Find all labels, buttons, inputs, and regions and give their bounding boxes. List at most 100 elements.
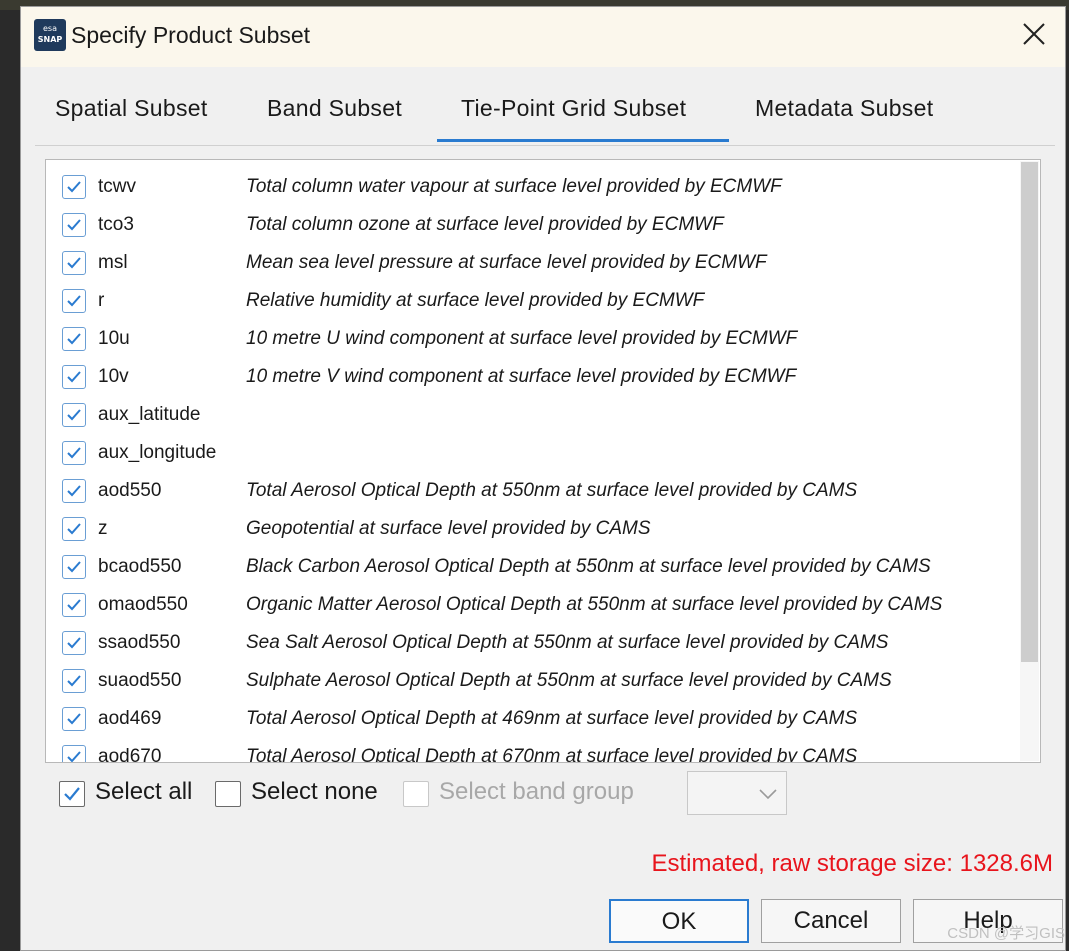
checkmark-icon bbox=[67, 713, 81, 725]
grid-name: suaod550 bbox=[98, 670, 182, 691]
chevron-down-icon bbox=[759, 789, 777, 800]
grid-checkbox[interactable] bbox=[62, 593, 86, 617]
tab-spatial-subset[interactable]: Spatial Subset bbox=[55, 95, 208, 122]
grid-description: Black Carbon Aerosol Optical Depth at 55… bbox=[246, 556, 931, 577]
checkmark-icon bbox=[67, 257, 81, 269]
grid-checkbox[interactable] bbox=[62, 669, 86, 693]
close-button[interactable] bbox=[1017, 17, 1051, 51]
grid-description: Geopotential at surface level provided b… bbox=[246, 518, 651, 539]
window-title: Specify Product Subset bbox=[71, 22, 311, 48]
grid-description: Mean sea level pressure at surface level… bbox=[246, 252, 767, 273]
list-item[interactable]: aod550 Total Aerosol Optical Depth at 550… bbox=[46, 472, 1021, 510]
list-item[interactable]: msl Mean sea level pressure at surface le… bbox=[46, 244, 1021, 282]
grid-name: tco3 bbox=[98, 214, 134, 235]
checkmark-icon bbox=[67, 447, 81, 459]
grid-checkbox[interactable] bbox=[62, 175, 86, 199]
grid-description: Total Aerosol Optical Depth at 469nm at … bbox=[246, 708, 858, 729]
list-item[interactable]: tco3 Total column ozone at surface level … bbox=[46, 206, 1021, 244]
active-tab-indicator bbox=[437, 139, 729, 142]
checkmark-icon bbox=[67, 637, 81, 649]
ok-button[interactable]: OK bbox=[609, 899, 749, 943]
list-item[interactable]: tcwv Total column water vapour at surface… bbox=[46, 168, 1021, 206]
list-item[interactable]: bcaod550 Black Carbon Aerosol Optical Dep… bbox=[46, 548, 1021, 586]
list-item[interactable]: ssaod550 Sea Salt Aerosol Optical Depth a… bbox=[46, 624, 1021, 662]
grid-description: Total Aerosol Optical Depth at 670nm at … bbox=[246, 746, 858, 763]
app-icon-text-top: esa bbox=[43, 24, 57, 33]
list-item[interactable]: aod469 Total Aerosol Optical Depth at 469… bbox=[46, 700, 1021, 738]
grid-description: Organic Matter Aerosol Optical Depth at … bbox=[246, 594, 943, 615]
list-scrollbar[interactable] bbox=[1020, 161, 1039, 761]
grid-checkbox[interactable] bbox=[62, 631, 86, 655]
checkmark-icon bbox=[64, 787, 80, 801]
checkmark-icon bbox=[67, 523, 81, 535]
grid-name: tcwv bbox=[98, 176, 136, 197]
grid-name: ssaod550 bbox=[98, 632, 181, 653]
select-all-label[interactable]: Select all bbox=[95, 778, 192, 806]
watermark: CSDN @学习GIS bbox=[947, 925, 1065, 942]
grid-name: aux_longitude bbox=[98, 442, 217, 463]
list-item[interactable]: aod670 Total Aerosol Optical Depth at 670… bbox=[46, 738, 1021, 763]
grid-name: bcaod550 bbox=[98, 556, 182, 577]
grid-name: aod550 bbox=[98, 480, 162, 501]
scrollbar-thumb[interactable] bbox=[1021, 162, 1038, 662]
list-item[interactable]: aux_latitude bbox=[46, 396, 1021, 434]
tab-band-subset[interactable]: Band Subset bbox=[267, 95, 402, 122]
grid-description: Total column water vapour at surface lev… bbox=[246, 176, 782, 197]
grid-checkbox[interactable] bbox=[62, 479, 86, 503]
grid-name: r bbox=[98, 290, 105, 311]
tab-bar: Spatial Subset Band Subset Tie-Point Gri… bbox=[35, 87, 1055, 146]
grid-checkbox[interactable] bbox=[62, 327, 86, 351]
select-band-group-checkbox bbox=[403, 781, 429, 807]
checkmark-icon bbox=[67, 295, 81, 307]
checkmark-icon bbox=[67, 409, 81, 421]
grid-checkbox[interactable] bbox=[62, 251, 86, 275]
checkmark-icon bbox=[67, 561, 81, 573]
grid-name: 10u bbox=[98, 328, 130, 349]
select-band-group-label: Select band group bbox=[439, 778, 634, 805]
tab-metadata-subset[interactable]: Metadata Subset bbox=[755, 95, 933, 122]
select-none-label[interactable]: Select none bbox=[251, 778, 378, 806]
grid-checkbox[interactable] bbox=[62, 289, 86, 313]
list-item[interactable]: aux_longitude bbox=[46, 434, 1021, 472]
grid-name: z bbox=[98, 518, 108, 539]
select-all-checkbox[interactable] bbox=[59, 781, 85, 807]
grid-checkbox[interactable] bbox=[62, 441, 86, 465]
grid-description: 10 metre U wind component at surface lev… bbox=[246, 328, 798, 349]
list-item[interactable]: omaod550 Organic Matter Aerosol Optical D… bbox=[46, 586, 1021, 624]
grid-description: Relative humidity at surface level provi… bbox=[246, 290, 705, 311]
snap-app-icon: esa SNAP bbox=[34, 19, 66, 51]
list-item[interactable]: r Relative humidity at surface level prov… bbox=[46, 282, 1021, 320]
select-none-checkbox[interactable] bbox=[215, 781, 241, 807]
grid-checkbox[interactable] bbox=[62, 365, 86, 389]
checkmark-icon bbox=[67, 371, 81, 383]
list-item[interactable]: suaod550 Sulphate Aerosol Optical Depth a… bbox=[46, 662, 1021, 700]
cancel-button[interactable]: Cancel bbox=[761, 899, 901, 943]
subset-dialog: esa SNAP Specify Product Subset Spatial … bbox=[20, 6, 1066, 951]
grid-checkbox[interactable] bbox=[62, 403, 86, 427]
checkmark-icon bbox=[67, 333, 81, 345]
checkmark-icon bbox=[67, 219, 81, 231]
grid-checkbox[interactable] bbox=[62, 517, 86, 541]
grid-description: Sea Salt Aerosol Optical Depth at 550nm … bbox=[246, 632, 889, 653]
grid-description: 10 metre V wind component at surface lev… bbox=[246, 366, 797, 387]
checkmark-icon bbox=[67, 485, 81, 497]
grid-name: 10v bbox=[98, 366, 129, 387]
selection-controls: Select all Select none Select band group bbox=[57, 771, 817, 815]
list-item[interactable]: z Geopotential at surface level provided … bbox=[46, 510, 1021, 548]
grid-checkbox[interactable] bbox=[62, 745, 86, 762]
grid-name: aod670 bbox=[98, 746, 162, 763]
checkmark-icon bbox=[67, 675, 81, 687]
tab-tie-point-grid-subset[interactable]: Tie-Point Grid Subset bbox=[461, 95, 686, 122]
grid-checkbox[interactable] bbox=[62, 213, 86, 237]
grid-checkbox[interactable] bbox=[62, 707, 86, 731]
list-item[interactable]: 10v 10 metre V wind component at surface … bbox=[46, 358, 1021, 396]
app-icon-text-bottom: SNAP bbox=[37, 35, 63, 44]
checkmark-icon bbox=[67, 751, 81, 762]
grid-checkbox[interactable] bbox=[62, 555, 86, 579]
title-bar: esa SNAP Specify Product Subset bbox=[21, 7, 1065, 67]
checkmark-icon bbox=[67, 599, 81, 611]
close-icon bbox=[1023, 23, 1045, 45]
tie-point-grid-list: tcwv Total column water vapour at surface… bbox=[45, 159, 1041, 763]
grid-description: Sulphate Aerosol Optical Depth at 550nm … bbox=[246, 670, 892, 691]
list-item[interactable]: 10u 10 metre U wind component at surface … bbox=[46, 320, 1021, 358]
